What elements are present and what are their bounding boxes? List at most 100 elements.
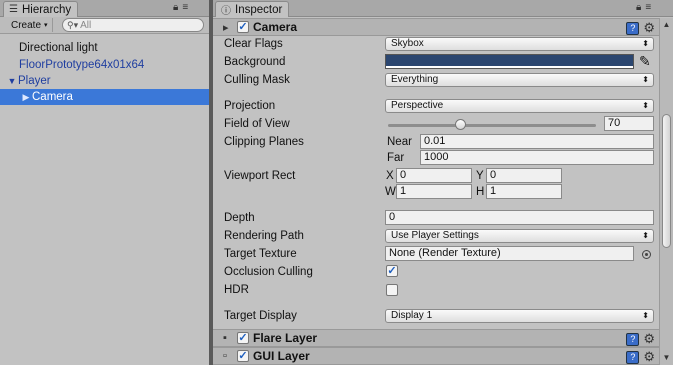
scroll-thumb[interactable] bbox=[662, 114, 671, 248]
lock-icon[interactable]: 🔒︎ bbox=[636, 2, 641, 13]
search-icon: ⚲▾ bbox=[67, 19, 79, 30]
inspector-scrollbar[interactable]: ▲ ▼ bbox=[659, 18, 673, 365]
dropdown-arrow-icon: ⬍ bbox=[642, 75, 649, 84]
chevron-down-icon: ▾ bbox=[44, 22, 48, 29]
object-picker-icon[interactable] bbox=[642, 250, 651, 259]
culling-mask-dropdown[interactable]: Everything ⬍ bbox=[385, 73, 654, 87]
clear-flags-label: Clear Flags bbox=[224, 38, 283, 50]
occlusion-culling-label: Occlusion Culling bbox=[224, 266, 313, 278]
culling-mask-value: Everything bbox=[391, 74, 439, 85]
background-color-swatch[interactable] bbox=[385, 54, 634, 69]
dropdown-arrow-icon: ⬍ bbox=[642, 231, 649, 240]
near-field[interactable]: 0.01 bbox=[420, 134, 654, 149]
culling-mask-label: Culling Mask bbox=[224, 74, 290, 86]
clear-flags-dropdown[interactable]: Skybox ⬍ bbox=[385, 37, 654, 51]
camera-enabled-checkbox[interactable]: ✓ bbox=[237, 21, 249, 33]
hdr-label: HDR bbox=[224, 284, 249, 296]
viewport-x-label: X bbox=[386, 170, 394, 182]
hierarchy-item-label: Player bbox=[18, 75, 51, 87]
clear-flags-value: Skybox bbox=[391, 38, 424, 49]
clipping-planes-label: Clipping Planes bbox=[224, 136, 304, 148]
hierarchy-toolbar: Create ▾ ⚲▾ All bbox=[0, 17, 209, 34]
help-icon[interactable]: ? bbox=[626, 332, 640, 346]
projection-label: Projection bbox=[224, 100, 276, 112]
inspector-panel: ⓘ Inspector 🔒︎ ≡ ▸ ✓ Camera ? ⚙ Clear Fl… bbox=[213, 0, 673, 365]
hierarchy-item-label: Camera bbox=[32, 91, 73, 103]
rendering-path-value: Use Player Settings bbox=[391, 230, 479, 241]
scroll-up-icon[interactable]: ▲ bbox=[660, 18, 673, 32]
component-icon: ▫ bbox=[223, 350, 227, 362]
flare-layer-title: Flare Layer bbox=[253, 331, 318, 345]
viewport-w-label: W bbox=[385, 186, 396, 198]
tab-inspector[interactable]: ⓘ Inspector bbox=[215, 1, 290, 17]
search-placeholder: All bbox=[80, 19, 92, 31]
hierarchy-item-player[interactable]: ▼ Player bbox=[0, 73, 209, 89]
eyedropper-icon[interactable]: ✎ bbox=[639, 53, 651, 70]
menu-icon[interactable]: ≡ bbox=[182, 2, 188, 13]
far-label: Far bbox=[387, 152, 405, 164]
menu-icon[interactable]: ≡ bbox=[645, 2, 651, 13]
search-input[interactable]: ⚲▾ All bbox=[62, 18, 204, 32]
target-display-value: Display 1 bbox=[391, 310, 433, 321]
dropdown-arrow-icon: ⬍ bbox=[642, 101, 649, 110]
hierarchy-item-floor[interactable]: FloorPrototype64x01x64 bbox=[0, 57, 209, 73]
create-dropdown[interactable]: Create ▾ bbox=[7, 18, 53, 32]
camera-component-header[interactable]: ▸ ✓ Camera ? ⚙ bbox=[213, 18, 659, 36]
fov-slider-track[interactable] bbox=[388, 124, 596, 127]
gui-layer-header[interactable]: ▫ ✓ GUI Layer ? ⚙ bbox=[213, 347, 659, 365]
info-icon: ⓘ bbox=[221, 6, 231, 17]
create-label: Create bbox=[11, 19, 42, 31]
projection-value: Perspective bbox=[391, 100, 444, 111]
viewport-w-field[interactable]: 1 bbox=[396, 184, 472, 199]
target-texture-field[interactable]: None (Render Texture) bbox=[385, 246, 634, 261]
projection-dropdown[interactable]: Perspective ⬍ bbox=[385, 99, 654, 113]
fov-value-field[interactable]: 70 bbox=[604, 116, 654, 131]
viewport-x-field[interactable]: 0 bbox=[396, 168, 472, 183]
gear-icon[interactable]: ⚙ bbox=[643, 331, 655, 347]
background-label: Background bbox=[224, 56, 286, 68]
lock-icon[interactable]: 🔒︎ bbox=[173, 2, 178, 13]
scroll-down-icon[interactable]: ▼ bbox=[660, 351, 673, 365]
component-icon: ▪ bbox=[223, 332, 227, 344]
gui-layer-title: GUI Layer bbox=[253, 349, 310, 363]
viewport-y-field[interactable]: 0 bbox=[486, 168, 562, 183]
target-texture-label: Target Texture bbox=[224, 248, 297, 260]
collapsed-arrow-icon[interactable]: ▶ bbox=[20, 89, 32, 105]
rendering-path-dropdown[interactable]: Use Player Settings ⬍ bbox=[385, 229, 654, 243]
list-icon: ☰ bbox=[9, 4, 18, 15]
camera-title: Camera bbox=[253, 20, 298, 34]
rendering-path-label: Rendering Path bbox=[224, 230, 304, 242]
inspector-tabbar: ⓘ Inspector 🔒︎ ≡ bbox=[213, 0, 673, 17]
tab-hierarchy-label: Hierarchy bbox=[21, 3, 72, 16]
viewport-y-label: Y bbox=[476, 170, 484, 182]
viewport-h-field[interactable]: 1 bbox=[486, 184, 562, 199]
help-icon[interactable]: ? bbox=[626, 350, 640, 364]
target-display-dropdown[interactable]: Display 1 ⬍ bbox=[385, 309, 654, 323]
depth-field[interactable]: 0 bbox=[385, 210, 654, 225]
fov-slider-thumb[interactable] bbox=[454, 119, 466, 130]
occlusion-culling-checkbox[interactable]: ✓ bbox=[386, 265, 398, 277]
hdr-checkbox[interactable] bbox=[386, 284, 398, 296]
flare-layer-header[interactable]: ▪ ✓ Flare Layer ? ⚙ bbox=[213, 329, 659, 347]
hierarchy-tabbar: ☰ Hierarchy 🔒︎ ≡ bbox=[0, 0, 209, 17]
viewport-h-label: H bbox=[476, 186, 485, 198]
dropdown-arrow-icon: ⬍ bbox=[642, 39, 649, 48]
hierarchy-item-label: FloorPrototype64x01x64 bbox=[19, 59, 145, 71]
flare-layer-enabled-checkbox[interactable]: ✓ bbox=[237, 332, 249, 344]
gear-icon[interactable]: ⚙ bbox=[643, 349, 655, 365]
tab-hierarchy[interactable]: ☰ Hierarchy bbox=[3, 1, 79, 17]
hierarchy-item-directional-light[interactable]: Directional light bbox=[0, 40, 209, 56]
far-field[interactable]: 1000 bbox=[420, 150, 654, 165]
dropdown-arrow-icon: ⬍ bbox=[642, 311, 649, 320]
hierarchy-item-camera[interactable]: ▶ Camera bbox=[0, 89, 209, 105]
help-icon[interactable]: ? bbox=[626, 21, 640, 35]
gui-layer-enabled-checkbox[interactable]: ✓ bbox=[237, 350, 249, 362]
near-label: Near bbox=[387, 136, 412, 148]
gear-icon[interactable]: ⚙ bbox=[643, 20, 655, 36]
expand-arrow-icon[interactable]: ▼ bbox=[6, 73, 18, 89]
hierarchy-item-label: Directional light bbox=[19, 42, 98, 54]
hierarchy-panel: ☰ Hierarchy 🔒︎ ≡ Create ▾ ⚲▾ All Directi… bbox=[0, 0, 209, 365]
depth-label: Depth bbox=[224, 212, 255, 224]
hierarchy-list: Directional light FloorPrototype64x01x64… bbox=[0, 38, 209, 105]
tab-inspector-label: Inspector bbox=[235, 3, 283, 16]
